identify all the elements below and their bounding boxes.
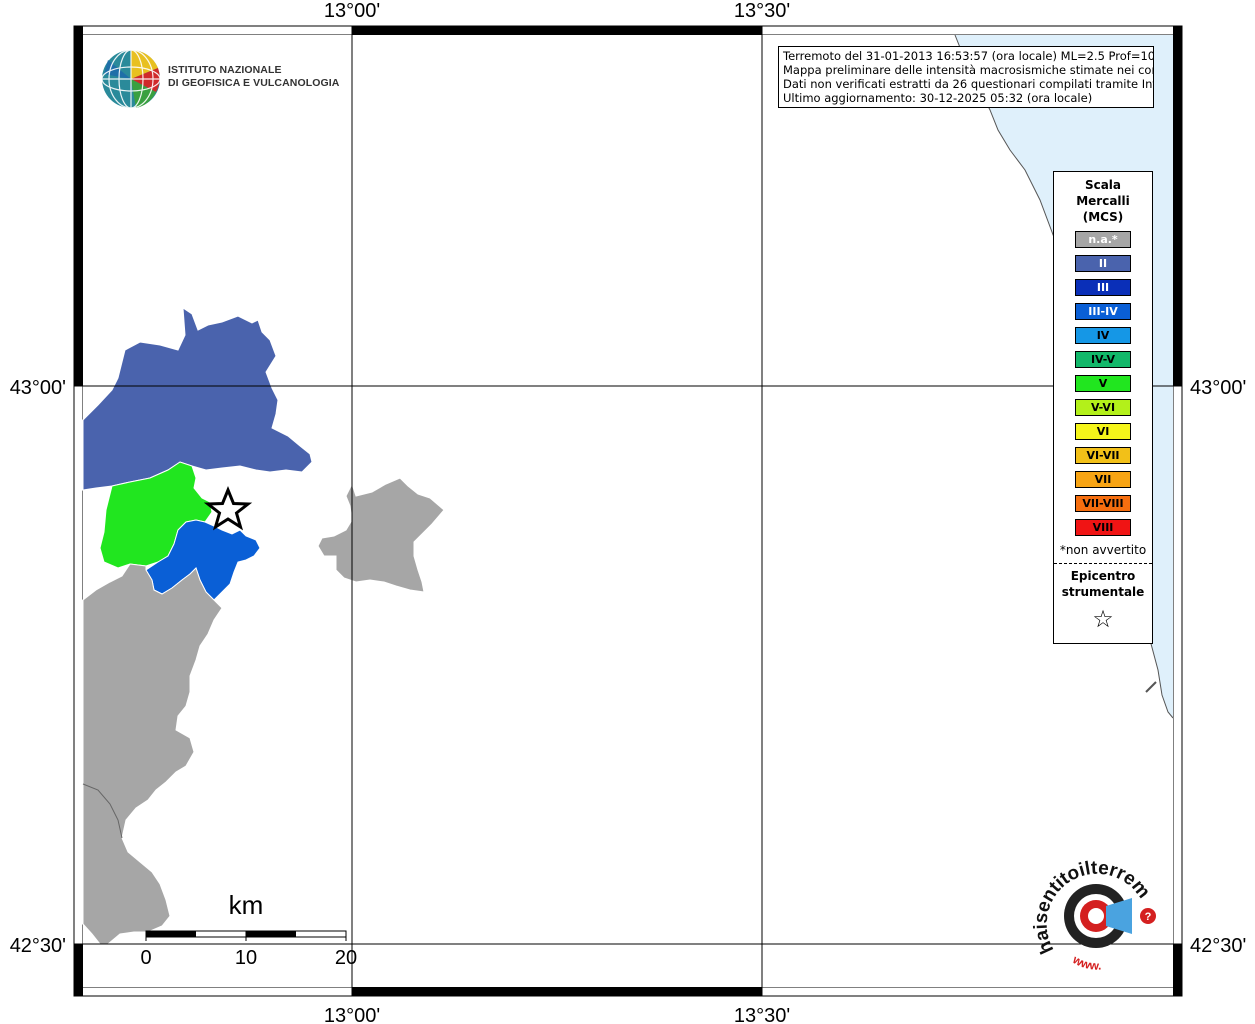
- legend-separator: [1054, 563, 1152, 564]
- scale-tick-0: 0: [140, 947, 151, 969]
- scale-tick-10: 10: [235, 947, 257, 969]
- left-lat-label-4300: 43°00': [10, 377, 66, 399]
- legend-swatch-iv: IV: [1075, 327, 1131, 344]
- event-info-box: Terremoto del 31-01-2013 16:53:57 (ora l…: [778, 46, 1154, 108]
- legend-swatch-n-a: n.a.*: [1075, 231, 1131, 248]
- legend-swatch-ii: II: [1075, 255, 1131, 272]
- legend-swatch-iv-v: IV-V: [1075, 351, 1131, 368]
- legend-epicenter-line-2: strumentale: [1061, 585, 1145, 599]
- legend-note: *non avvertito: [1059, 543, 1147, 557]
- right-lat-label-4300: 43°00': [1190, 377, 1246, 399]
- legend-title-line-2: Mercalli: [1076, 194, 1130, 208]
- event-info-line-1: Terremoto del 31-01-2013 16:53:57 (ora l…: [783, 49, 1154, 63]
- right-lat-label-4230: 42°30': [1190, 935, 1246, 957]
- legend-swatch-v-vi: V-VI: [1075, 399, 1131, 416]
- scale-unit: km: [229, 890, 264, 920]
- mcs-legend: Scala Mercalli (MCS) n.a.* II III III-IV IV I…: [1053, 171, 1153, 644]
- haisentito-logo: ? haisentitoilterremoto.it www.: [1026, 842, 1160, 976]
- legend-title-line-1: Scala: [1084, 178, 1122, 192]
- legend-swatch-iii-iv: III-IV: [1075, 303, 1131, 320]
- legend-swatch-vi-vii: VI-VII: [1075, 447, 1131, 464]
- ingv-name: ISTITUTO NAZIONALE DI GEOFISICA E VULCAN…: [168, 64, 339, 90]
- bottom-lon-label-1330: 13°30': [734, 1005, 790, 1024]
- ingv-globe-icon: [101, 49, 161, 109]
- event-info-line-4: Ultimo aggiornamento: 30-12-2025 05:32 (…: [783, 91, 1093, 105]
- bottom-lon-label-1300: 13°00': [324, 1005, 380, 1024]
- event-info-line-3: Dati non verificati estratti da 26 quest…: [783, 77, 1154, 91]
- legend-title-line-3: (MCS): [1082, 210, 1124, 224]
- top-lon-label-1300: 13°00': [324, 0, 380, 22]
- legend-swatch-iii: III: [1075, 279, 1131, 296]
- hst-www-text: www.: [1070, 952, 1102, 973]
- map-area: [83, 35, 1173, 987]
- scale-tick-20: 20: [335, 947, 357, 969]
- top-lon-label-1330: 13°30': [734, 0, 790, 22]
- event-info-line-2: Mappa preliminare delle intensità macros…: [783, 63, 1154, 77]
- legend-swatch-vii-viii: VII-VIII: [1075, 495, 1131, 512]
- haisentito-logo-icon: ? haisentitoilterremoto.it www.: [1026, 842, 1156, 973]
- legend-swatch-viii: VIII: [1075, 519, 1131, 536]
- legend-epicenter-label: Epicentro strumentale: [1054, 568, 1152, 600]
- legend-swatch-vi: VI: [1075, 423, 1131, 440]
- legend-items: n.a.* II III III-IV IV IV-V V V-VI VI VI-VII VII VI…: [1054, 231, 1152, 536]
- legend-epicenter-line-1: Epicentro: [1070, 569, 1136, 583]
- legend-swatch-vii: VII: [1075, 471, 1131, 488]
- hst-question-mark: ?: [1145, 911, 1152, 923]
- left-lat-label-4230: 42°30': [10, 935, 66, 957]
- legend-swatch-v: V: [1075, 375, 1131, 392]
- ingv-logo: ISTITUTO NAZIONALE DI GEOFISICA E VULCAN…: [100, 48, 339, 110]
- legend-star-icon: ☆: [1092, 605, 1114, 633]
- ingv-name-line-2: DI GEOFISICA E VULCANOLOGIA: [168, 77, 340, 89]
- legend-title: Scala Mercalli (MCS): [1054, 177, 1152, 225]
- ingv-name-line-1: ISTITUTO NAZIONALE: [168, 64, 282, 76]
